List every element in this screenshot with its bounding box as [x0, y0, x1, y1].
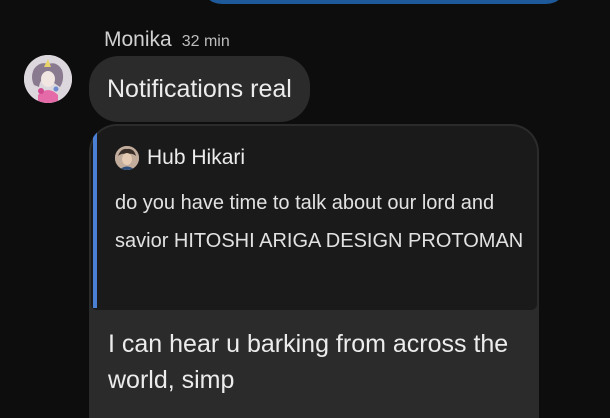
message-timestamp: 32 min — [181, 33, 230, 50]
chat-screen: Monika 32 min Notifications real Hub Hik… — [0, 0, 610, 418]
message-bubble[interactable]: Notifications real — [89, 56, 310, 122]
message-text: Notifications real — [107, 74, 292, 103]
user-avatar-icon — [115, 146, 139, 170]
quote-accent-bar — [93, 132, 97, 308]
quoted-message[interactable]: Hub Hikari do you have time to talk abou… — [91, 126, 537, 310]
quoted-message-text: do you have time to talk about our lord … — [115, 192, 524, 252]
quoted-author-name: Hub Hikari — [147, 146, 246, 169]
anime-character-avatar-icon[interactable] — [24, 55, 72, 103]
message-text: I can hear u barking from across the wor… — [108, 330, 509, 394]
quoted-author-row: Hub Hikari — [115, 146, 245, 170]
message-sender-header: Monika 32 min — [104, 28, 230, 52]
previous-outgoing-message-bubble[interactable] — [200, 0, 568, 4]
sender-name: Monika — [104, 28, 172, 51]
reply-message-bubble[interactable]: Hub Hikari do you have time to talk abou… — [89, 124, 539, 418]
